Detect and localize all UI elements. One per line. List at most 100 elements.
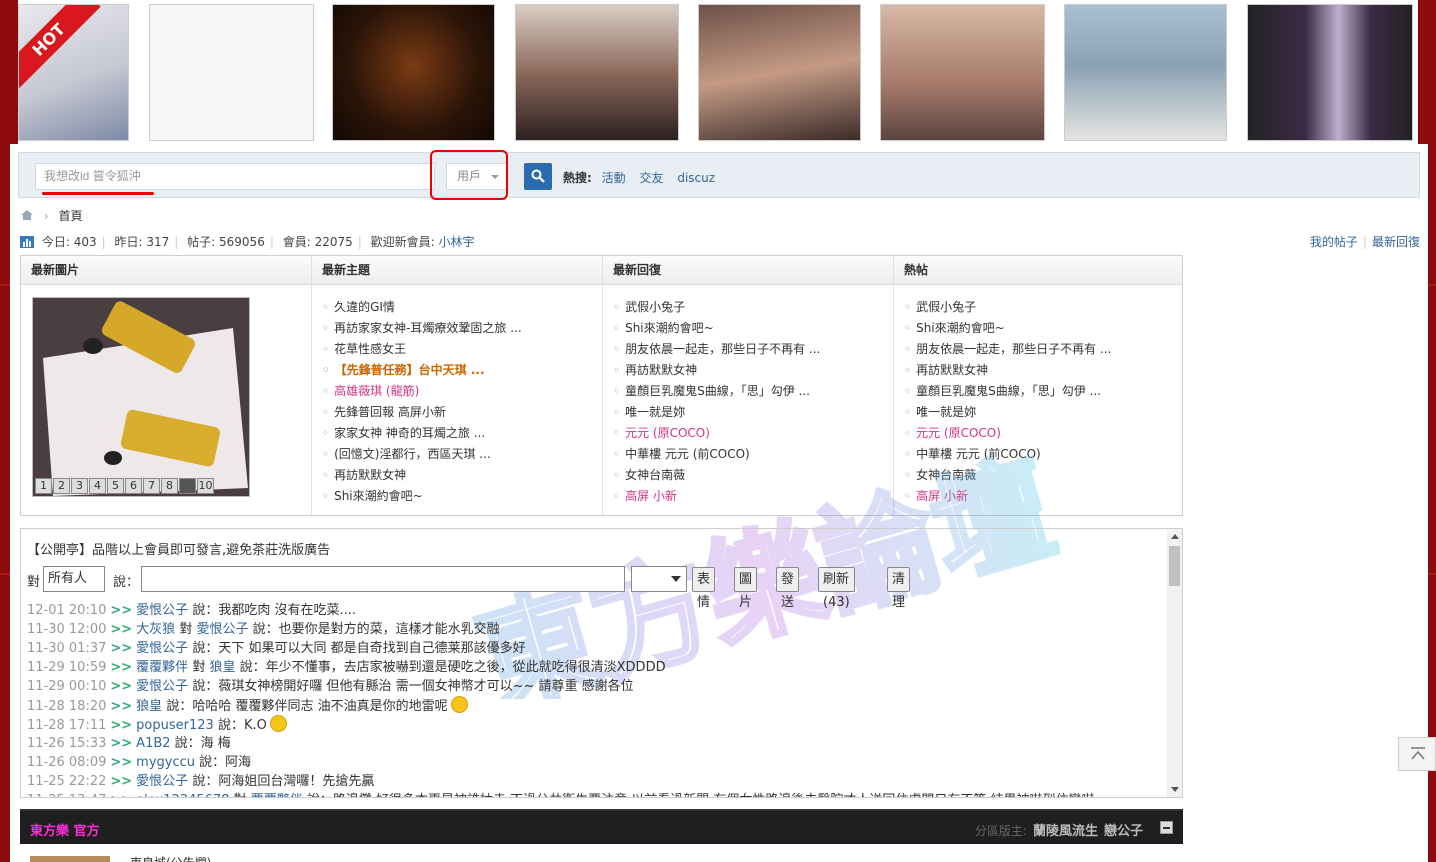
chat-scrollbar[interactable]: [1167, 529, 1182, 797]
message-user[interactable]: 狼皇: [136, 699, 162, 714]
hot-search-link[interactable]: discuz: [677, 171, 715, 185]
list-item[interactable]: 元元 (原COCO): [904, 423, 1182, 444]
pager-item[interactable]: 2: [53, 478, 70, 494]
list-item[interactable]: 女神台南薇: [904, 465, 1182, 486]
list-item[interactable]: 武假小兔子: [613, 297, 893, 318]
moderator-link[interactable]: 蘭陵風流生: [1033, 824, 1098, 839]
scroll-up-icon[interactable]: [1171, 534, 1179, 539]
list-item[interactable]: 高雄薇琪 (龍筋): [322, 381, 602, 402]
message-recipient[interactable]: 覆覆夥伴: [251, 793, 303, 797]
message-user[interactable]: popuser123: [136, 718, 214, 733]
latest-replies-link[interactable]: 最新回復: [1372, 235, 1420, 249]
banner-thumb[interactable]: [515, 4, 679, 141]
message-user[interactable]: alex12345678: [136, 793, 229, 797]
list-item[interactable]: Shi來潮約會吧~: [613, 318, 893, 339]
breadcrumb-home[interactable]: 首頁: [58, 209, 82, 223]
latest-replies-column: 最新回復 武假小兔子Shi來潮約會吧~朋友依晨一起走，那些日子不再有 ...再訪…: [602, 256, 893, 515]
message-user[interactable]: 愛恨公子: [136, 641, 188, 656]
pager-item[interactable]: 1: [35, 478, 52, 494]
send-button[interactable]: 發送: [776, 567, 800, 610]
list-item[interactable]: 武假小兔子: [904, 297, 1182, 318]
message-user[interactable]: 愛恨公子: [136, 679, 188, 694]
message-to-label: 對: [179, 622, 193, 637]
banner-thumb[interactable]: [1247, 4, 1413, 141]
message-user[interactable]: 愛恨公子: [136, 774, 188, 789]
banner-thumb[interactable]: [698, 4, 861, 141]
list-item[interactable]: (回憶文)淫都行，西區天琪 ...: [322, 444, 602, 465]
arrow-icon: >>: [110, 736, 133, 751]
list-item[interactable]: 家家女神 神奇的耳燭之旅 ...: [322, 423, 602, 444]
scroll-down-icon[interactable]: [1171, 787, 1179, 792]
message-recipient[interactable]: 狼皇: [209, 660, 235, 675]
hot-posts-column: 熱帖 武假小兔子Shi來潮約會吧~朋友依晨一起走，那些日子不再有 ...再訪默默…: [893, 256, 1182, 515]
list-item[interactable]: 高屏 小新: [904, 486, 1182, 507]
message-text: 說：年少不懂事，去店家被嚇到還是硬吃之後，從此就吃得很清淡XDDDD: [239, 660, 666, 675]
chat-message-input[interactable]: [141, 566, 625, 592]
list-item[interactable]: 朋友依晨一起走，那些日子不再有 ...: [613, 339, 893, 360]
moderator-link[interactable]: 戀公子: [1104, 824, 1143, 839]
list-item[interactable]: 童顏巨乳魔鬼S曲線，「思」勾伊 ...: [613, 381, 893, 402]
list-item[interactable]: 久違的GI情: [322, 297, 602, 318]
image-button[interactable]: 圖片: [734, 567, 758, 610]
latest-image[interactable]: 1 2 3 4 5 6 7 8 9 10: [32, 297, 250, 497]
pager-item[interactable]: 5: [107, 478, 124, 494]
search-button[interactable]: [524, 163, 552, 190]
pager-item[interactable]: 6: [125, 478, 142, 494]
list-item[interactable]: 唯一就是妳: [613, 402, 893, 423]
list-item[interactable]: 先鋒普回報 高屏小新: [322, 402, 602, 423]
list-item[interactable]: 【先鋒普任務】台中天琪 ...: [322, 360, 602, 381]
refresh-button[interactable]: 刷新 (43): [818, 567, 855, 610]
scroll-thumb[interactable]: [1169, 546, 1180, 586]
hot-search-link[interactable]: 交友: [639, 171, 663, 185]
top-banner: HOT: [18, 0, 1418, 144]
list-item[interactable]: Shi來潮約會吧~: [904, 318, 1182, 339]
list-item[interactable]: 朋友依晨一起走，那些日子不再有 ...: [904, 339, 1182, 360]
my-posts-link[interactable]: 我的帖子: [1310, 235, 1358, 249]
message-user[interactable]: 大灰狼: [136, 622, 175, 637]
banner-thumb[interactable]: [332, 4, 495, 141]
back-to-top-button[interactable]: [1398, 737, 1436, 771]
message-user[interactable]: mygyccu: [136, 755, 195, 770]
message-recipient[interactable]: 愛恨公子: [196, 622, 248, 637]
list-item[interactable]: 女神台南薇: [613, 465, 893, 486]
collapse-icon[interactable]: [1160, 821, 1173, 834]
banner-thumb[interactable]: [880, 4, 1045, 141]
home-icon[interactable]: [20, 209, 34, 221]
newest-member-link[interactable]: 小林宇: [439, 235, 475, 249]
list-item[interactable]: 花草性感女王: [322, 339, 602, 360]
list-item[interactable]: 唯一就是妳: [904, 402, 1182, 423]
chat-color-select[interactable]: [631, 566, 687, 592]
list-item[interactable]: Shi來潮約會吧~: [322, 486, 602, 507]
hot-search-link[interactable]: 活動: [602, 171, 626, 185]
pager-item[interactable]: 9: [179, 478, 196, 494]
search-input[interactable]: 我想改id 嘗令狐沖: [35, 163, 435, 190]
clear-button[interactable]: 清理: [887, 567, 911, 610]
pager-item[interactable]: 8: [161, 478, 178, 494]
message-user[interactable]: A1B2: [136, 736, 170, 751]
list-item[interactable]: 高屏 小新: [613, 486, 893, 507]
forum-section-title[interactable]: 東方樂 官方: [30, 820, 100, 839]
message-time: 11-29 10:59: [27, 660, 107, 675]
pager-item[interactable]: 7: [143, 478, 160, 494]
pager-item[interactable]: 4: [89, 478, 106, 494]
chat-message: 11-26 15:33 >> A1B2 說：海 梅: [27, 734, 1167, 753]
message-user[interactable]: 覆覆夥伴: [136, 660, 188, 675]
list-item[interactable]: 中華樓 元元 (前COCO): [613, 444, 893, 465]
pager-item[interactable]: 10: [197, 478, 214, 494]
banner-thumb[interactable]: [149, 4, 314, 141]
pager-item[interactable]: 3: [71, 478, 88, 494]
banner-thumb[interactable]: [1064, 4, 1227, 141]
list-item[interactable]: 元元 (原COCO): [613, 423, 893, 444]
chat-recipient-input[interactable]: 所有人: [43, 566, 105, 592]
message-to-label: 對: [234, 793, 247, 797]
list-item[interactable]: 中華樓 元元 (前COCO): [904, 444, 1182, 465]
emoji-button[interactable]: 表情: [692, 567, 716, 610]
list-item[interactable]: 再訪默默女神: [613, 360, 893, 381]
list-item[interactable]: 再訪默默女神: [322, 465, 602, 486]
list-item[interactable]: 童顏巨乳魔鬼S曲線，「思」勾伊 ...: [904, 381, 1182, 402]
list-item[interactable]: 再訪家家女神-耳燭療效鞏固之旅 ...: [322, 318, 602, 339]
banner-thumb[interactable]: HOT: [18, 4, 129, 141]
forum-row-name[interactable]: 東皇城(公告欄): [130, 854, 211, 862]
message-user[interactable]: 愛恨公子: [136, 603, 188, 618]
list-item[interactable]: 再訪默默女神: [904, 360, 1182, 381]
